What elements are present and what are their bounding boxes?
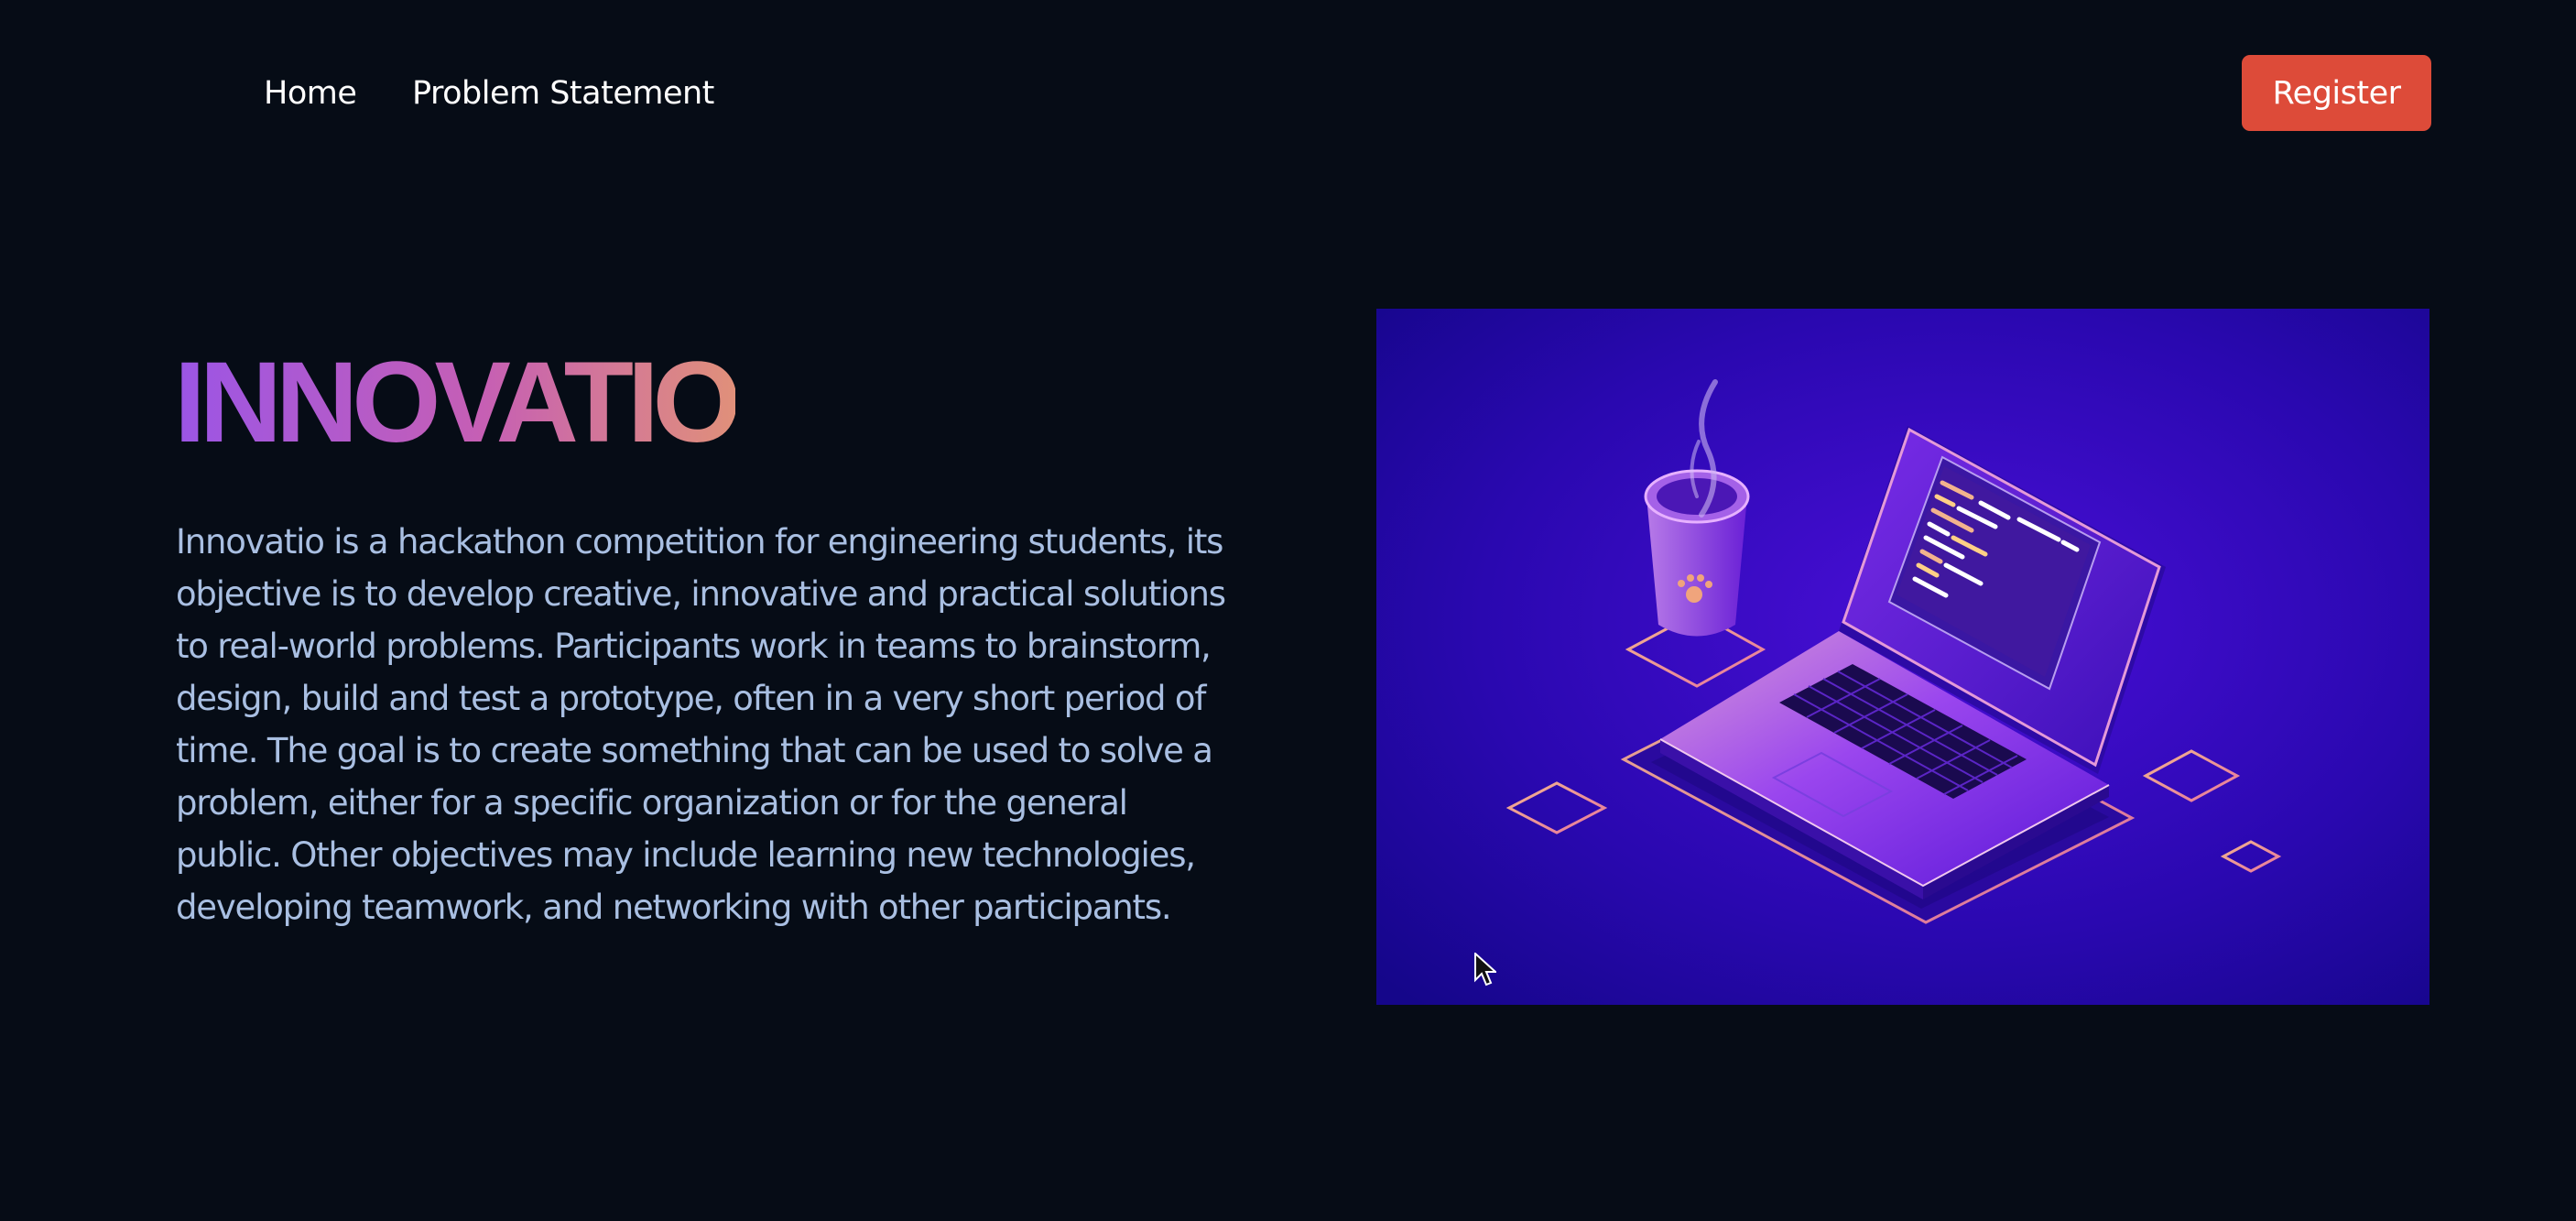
hero-title: INNOVATIO [174, 334, 742, 472]
page: Home Problem Statement Register INNOVATI… [0, 0, 2576, 1221]
laptop-coffee-illustration [1376, 309, 2429, 1005]
nav-link-problem-statement[interactable]: Problem Statement [412, 71, 714, 116]
hero-description: Innovatio is a hackathon competition for… [176, 522, 1226, 927]
nav-link-home[interactable]: Home [264, 71, 357, 116]
mouse-cursor-icon [1474, 953, 1496, 987]
register-button[interactable]: Register [2242, 55, 2431, 131]
